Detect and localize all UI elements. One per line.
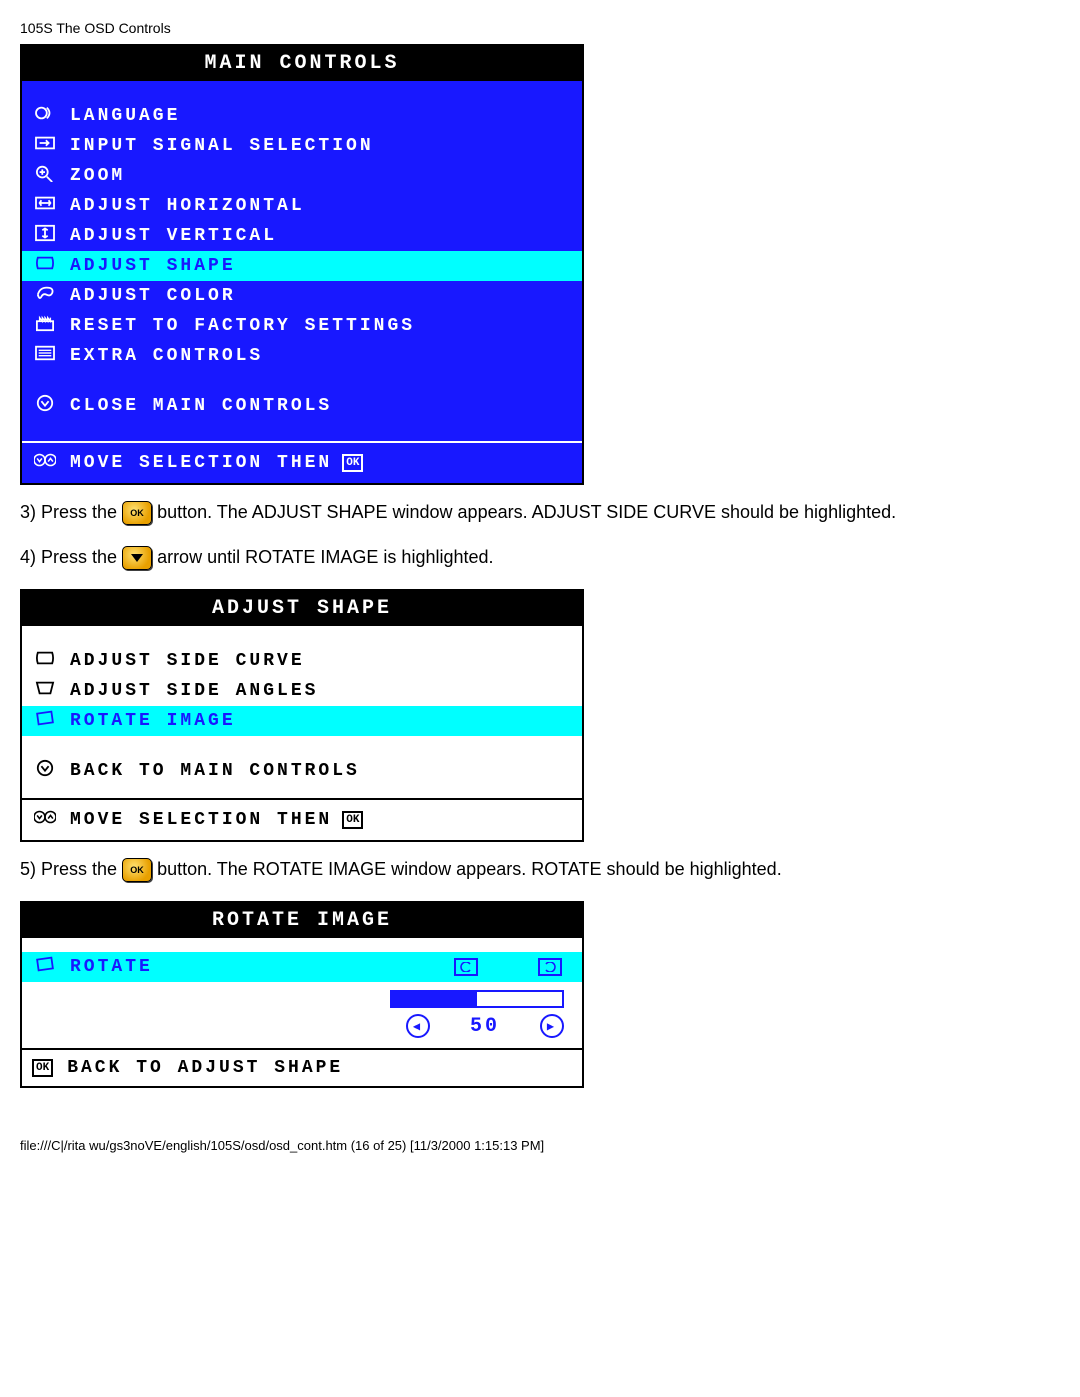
step-3-text: 3) Press the OK button. The ADJUST SHAPE… bbox=[20, 499, 1060, 526]
increase-icon[interactable]: ▶ bbox=[540, 1014, 564, 1038]
menu-item-zoom[interactable]: ZOOM bbox=[22, 161, 582, 191]
shape-icon bbox=[32, 254, 58, 278]
extra-icon bbox=[32, 344, 58, 368]
rotate-icon bbox=[32, 709, 58, 733]
input-icon bbox=[32, 134, 58, 158]
updown-icon bbox=[32, 451, 58, 475]
down-circle-icon bbox=[32, 759, 58, 783]
menu-item-label: RESET TO FACTORY SETTINGS bbox=[70, 316, 415, 336]
close-label: CLOSE MAIN CONTROLS bbox=[70, 396, 332, 416]
back-label: BACK TO ADJUST SHAPE bbox=[67, 1058, 343, 1078]
horizontal-icon bbox=[32, 194, 58, 218]
ok-button-icon: OK bbox=[122, 501, 152, 525]
menu-item-adjust-vertical[interactable]: ADJUST VERTICAL bbox=[22, 221, 582, 251]
back-label: BACK TO MAIN CONTROLS bbox=[70, 761, 360, 781]
menu-item-back[interactable]: BACK TO MAIN CONTROLS bbox=[22, 756, 582, 786]
menu-item-label: ROTATE IMAGE bbox=[70, 711, 236, 731]
osd-title: MAIN CONTROLS bbox=[22, 46, 582, 81]
step-5-text: 5) Press the OK button. The ROTATE IMAGE… bbox=[20, 856, 1060, 883]
menu-item-label: ADJUST HORIZONTAL bbox=[70, 196, 305, 216]
osd-title: ROTATE IMAGE bbox=[22, 903, 582, 938]
menu-item-side-curve[interactable]: ADJUST SIDE CURVE bbox=[22, 646, 582, 676]
osd-title: ADJUST SHAPE bbox=[22, 591, 582, 626]
decrease-icon[interactable]: ◀ bbox=[406, 1014, 430, 1038]
menu-item-label: INPUT SIGNAL SELECTION bbox=[70, 136, 374, 156]
main-controls-osd: MAIN CONTROLS LANGUAGE INPUT SIGNAL SELE… bbox=[20, 44, 584, 485]
down-circle-icon bbox=[32, 394, 58, 418]
footer-text: MOVE SELECTION THEN bbox=[70, 810, 332, 830]
menu-item-label: ADJUST SIDE CURVE bbox=[70, 651, 305, 671]
menu-item-label: ROTATE bbox=[70, 957, 153, 977]
rotate-right-icon bbox=[538, 958, 562, 976]
value-bar bbox=[390, 990, 564, 1008]
menu-item-label: ADJUST VERTICAL bbox=[70, 226, 277, 246]
rotate-icon bbox=[32, 955, 58, 979]
menu-item-rotate[interactable]: ROTATE bbox=[22, 952, 582, 982]
osd-footer[interactable]: OK BACK TO ADJUST SHAPE bbox=[22, 1048, 582, 1086]
menu-item-extra-controls[interactable]: EXTRA CONTROLS bbox=[22, 341, 582, 371]
menu-item-label: EXTRA CONTROLS bbox=[70, 346, 263, 366]
page-footer: file:///C|/rita wu/gs3noVE/english/105S/… bbox=[20, 1138, 1060, 1153]
menu-item-language[interactable]: LANGUAGE bbox=[22, 101, 582, 131]
menu-item-reset-factory[interactable]: RESET TO FACTORY SETTINGS bbox=[22, 311, 582, 341]
updown-icon bbox=[32, 808, 58, 832]
menu-item-adjust-shape[interactable]: ADJUST SHAPE bbox=[22, 251, 582, 281]
menu-item-label: LANGUAGE bbox=[70, 106, 180, 126]
zoom-icon bbox=[32, 164, 58, 188]
ok-button-icon: OK bbox=[122, 858, 152, 882]
color-icon bbox=[32, 284, 58, 308]
menu-item-label: ADJUST SHAPE bbox=[70, 256, 236, 276]
language-icon bbox=[32, 104, 58, 128]
sideangle-icon bbox=[32, 679, 58, 703]
menu-item-label: ZOOM bbox=[70, 166, 125, 186]
sidecurve-icon bbox=[32, 649, 58, 673]
rotate-value: 50 bbox=[470, 1015, 500, 1038]
menu-item-label: ADJUST COLOR bbox=[70, 286, 236, 306]
menu-item-adjust-horizontal[interactable]: ADJUST HORIZONTAL bbox=[22, 191, 582, 221]
down-button-icon bbox=[122, 546, 152, 570]
osd-footer: MOVE SELECTION THEN OK bbox=[22, 441, 582, 483]
ok-icon: OK bbox=[342, 811, 363, 829]
menu-item-label: ADJUST SIDE ANGLES bbox=[70, 681, 318, 701]
menu-item-side-angles[interactable]: ADJUST SIDE ANGLES bbox=[22, 676, 582, 706]
rotate-image-osd: ROTATE IMAGE ROTATE ◀ 50 bbox=[20, 901, 584, 1088]
menu-item-close[interactable]: CLOSE MAIN CONTROLS bbox=[22, 391, 582, 421]
footer-text: MOVE SELECTION THEN bbox=[70, 453, 332, 473]
ok-icon: OK bbox=[32, 1059, 53, 1077]
reset-icon bbox=[32, 314, 58, 338]
menu-item-input-signal[interactable]: INPUT SIGNAL SELECTION bbox=[22, 131, 582, 161]
rotate-left-icon bbox=[454, 958, 478, 976]
step-4-text: 4) Press the arrow until ROTATE IMAGE is… bbox=[20, 544, 1060, 571]
osd-footer: MOVE SELECTION THEN OK bbox=[22, 798, 582, 840]
vertical-icon bbox=[32, 224, 58, 248]
page-header: 105S The OSD Controls bbox=[20, 20, 1060, 36]
menu-item-rotate-image[interactable]: ROTATE IMAGE bbox=[22, 706, 582, 736]
ok-icon: OK bbox=[342, 454, 363, 472]
adjust-shape-osd: ADJUST SHAPE ADJUST SIDE CURVE ADJUST SI… bbox=[20, 589, 584, 842]
menu-item-adjust-color[interactable]: ADJUST COLOR bbox=[22, 281, 582, 311]
